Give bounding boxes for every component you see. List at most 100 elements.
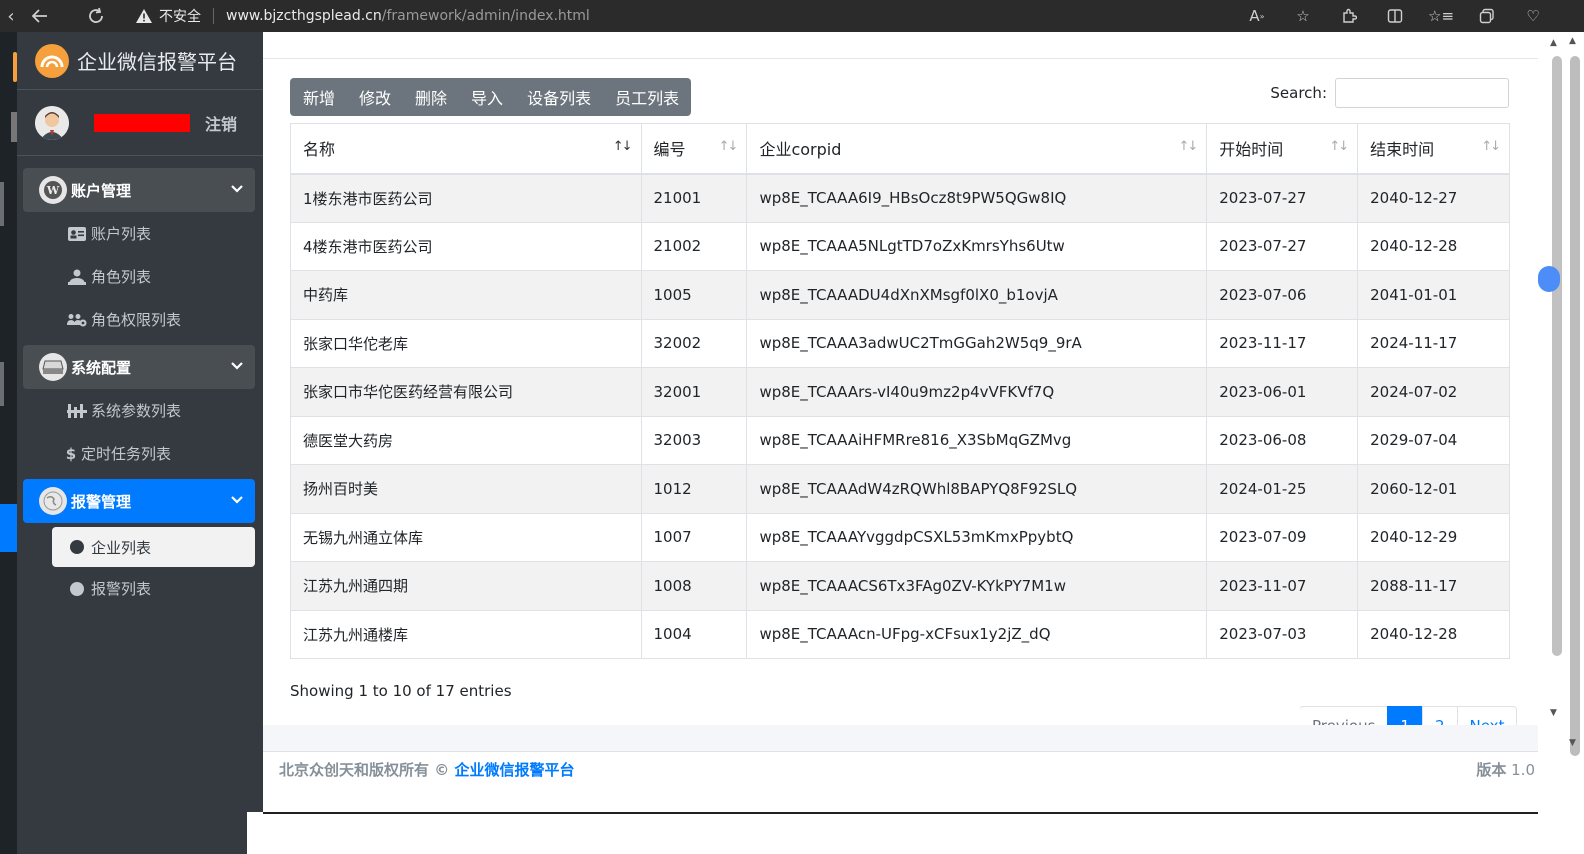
page-scrollbar-thumb[interactable] [1570, 56, 1580, 756]
table-row[interactable]: 张家口市华佗医药经营有限公司 32001 wp8E_TCAAArs-vI40u9mz… [290, 367, 1510, 417]
delete-button[interactable]: 删除 [403, 78, 459, 116]
sidebar-footer-area [17, 812, 247, 854]
brand[interactable]: 企业微信报警平台 [17, 32, 263, 90]
device-list-button[interactable]: 设备列表 [515, 78, 603, 116]
toolbar: 新增 修改 删除 导入 设备列表 员工列表 [290, 78, 692, 116]
sidebar-item-scheduled-tasks[interactable]: $ 定时任务列表 [17, 432, 263, 475]
read-aloud-icon[interactable]: A» [1246, 5, 1268, 27]
favorite-star-icon[interactable]: ☆ [1292, 5, 1314, 27]
circle-icon [67, 540, 87, 554]
sidebar-item-label: 角色权限列表 [91, 311, 182, 329]
sidebar-item-role-permission-list[interactable]: 角色权限列表 [17, 298, 263, 341]
column-header-code[interactable]: 编号 ↑↓ [640, 123, 748, 175]
back-button[interactable] [28, 4, 52, 28]
active-gutter-accent [0, 504, 17, 552]
collapse-icon[interactable]: ‹ [2, 4, 20, 28]
sidebar-nav: W 账户管理 账户列表 角色列表 角色权限列表 系统配置 系统参数列表 $ 定时… [17, 156, 263, 610]
search-label: Search: [1270, 84, 1327, 102]
favorites-icon[interactable]: ☆≡ [1428, 5, 1454, 27]
user-tie-icon [67, 269, 87, 285]
search-input[interactable] [1335, 78, 1509, 108]
column-label: 结束时间 [1370, 140, 1435, 160]
cell-name: 江苏九州通四期 [290, 561, 642, 611]
warning-icon[interactable] [135, 7, 153, 25]
extensions-icon[interactable] [1338, 5, 1360, 27]
cell-name: 中药库 [290, 270, 642, 320]
add-button[interactable]: 新增 [290, 78, 347, 116]
health-icon[interactable]: ♡ [1522, 5, 1544, 27]
cell-name: 无锡九州通立体库 [290, 512, 642, 562]
cell-end-time: 2088-11-17 [1357, 561, 1510, 611]
nav-group-account[interactable]: W 账户管理 [23, 168, 255, 212]
address-bar[interactable]: www.bjzcthgsplead.cn/framework/admin/ind… [226, 8, 590, 24]
globe-icon [39, 487, 67, 515]
sidebar-item-enterprise-list[interactable]: 企业列表 [52, 527, 255, 567]
cell-end-time: 2024-11-17 [1357, 318, 1510, 368]
copyright-text: 北京众创天和版权所有 © [279, 761, 450, 779]
table-row[interactable]: 扬州百时美 1012 wp8E_TCAAAdW4zRQWhl8BAPYQ8F92SL… [290, 464, 1510, 514]
import-button[interactable]: 导入 [459, 78, 515, 116]
redacted-username [94, 113, 190, 132]
split-screen-icon[interactable] [1384, 5, 1406, 27]
page-scroll-up-icon[interactable]: ▲ [1569, 36, 1576, 46]
table-row[interactable]: 中药库 1005 wp8E_TCAAADU4dXnXMsgf0lX0_b1ovjA 2… [290, 270, 1510, 320]
column-header-end-time[interactable]: 结束时间 ↑↓ [1357, 123, 1510, 175]
cell-corpid: wp8E_TCAAAdW4zRQWhl8BAPYQ8F92SLQ [746, 464, 1208, 514]
table-info: Showing 1 to 10 of 17 entries [290, 682, 512, 700]
cell-code: 1008 [640, 561, 748, 611]
cell-corpid: wp8E_TCAAArs-vI40u9mz2p4vVFKVf7Q [746, 367, 1208, 417]
page-scroll-down-icon[interactable]: ▼ [1569, 738, 1576, 748]
nav-group-label: 报警管理 [71, 492, 132, 511]
collections-icon[interactable] [1476, 5, 1498, 27]
gutter-marker [0, 182, 4, 226]
table-row[interactable]: 江苏九州通楼库 1004 wp8E_TCAAAcn-UFpg-xCFsux1y2jZ… [290, 609, 1510, 659]
employee-list-button[interactable]: 员工列表 [603, 78, 691, 116]
table-row[interactable]: 1楼东港市医药公司 21001 wp8E_TCAAA6I9_HBsOcz8t9PW5… [290, 173, 1510, 223]
scroll-up-arrow-icon[interactable]: ▲ [1550, 38, 1557, 48]
cell-start-time: 2023-07-27 [1206, 173, 1359, 223]
browser-actions: A» ☆ ☆≡ ♡ [1246, 0, 1544, 32]
cell-end-time: 2040-12-29 [1357, 512, 1510, 562]
footer-brand-link[interactable]: 企业微信报警平台 [454, 761, 574, 779]
reload-button[interactable] [84, 4, 108, 28]
footer-strip [263, 725, 1538, 751]
sidebar-item-label: 企业列表 [91, 538, 152, 557]
sidebar-item-system-params[interactable]: 系统参数列表 [17, 389, 263, 432]
table-row[interactable]: 德医堂大药房 32003 wp8E_TCAAAiHFMRre816_X3SbMqGZ… [290, 415, 1510, 465]
logout-link[interactable]: 注销 [205, 111, 237, 135]
cell-end-time: 2040-12-28 [1357, 221, 1510, 271]
column-header-name[interactable]: 名称 ↑↓ [290, 123, 642, 175]
content-bottom [263, 812, 1538, 854]
nav-group-alarm[interactable]: 报警管理 [23, 479, 255, 523]
table-row[interactable]: 无锡九州通立体库 1007 wp8E_TCAAAYvggdpCSXL53mKmxPp… [290, 512, 1510, 562]
id-card-icon [67, 226, 87, 241]
sidebar-item-role-list[interactable]: 角色列表 [17, 255, 263, 298]
cell-end-time: 2060-12-01 [1357, 464, 1510, 514]
sidebar-item-label: 账户列表 [91, 225, 152, 243]
avatar[interactable] [35, 105, 69, 140]
table-row[interactable]: 4楼东港市医药公司 21002 wp8E_TCAAA5NLgtTD7oZxKmrsY… [290, 221, 1510, 271]
insecure-label[interactable]: 不安全 [159, 6, 201, 26]
sidebar-item-alarm-list[interactable]: 报警列表 [17, 567, 263, 610]
edit-button[interactable]: 修改 [347, 78, 403, 116]
floating-translate-icon[interactable] [1538, 266, 1560, 292]
cell-corpid: wp8E_TCAAAcn-UFpg-xCFsux1y2jZ_dQ [746, 609, 1208, 659]
sort-ascending-icon: ↑↓ [612, 139, 633, 154]
left-gutter [0, 32, 17, 854]
nav-group-label: 系统配置 [71, 358, 132, 377]
browser-toolbar: ‹ 不安全 www.bjzcthgsplead.cn/framework/adm… [0, 0, 1584, 32]
column-header-start-time[interactable]: 开始时间 ↑↓ [1206, 123, 1359, 175]
sidebar-item-account-list[interactable]: 账户列表 [17, 212, 263, 255]
table-row[interactable]: 张家口华佗老库 32002 wp8E_TCAAA3adwUC2TmGGah2W5q9… [290, 318, 1510, 368]
column-header-corpid[interactable]: 企业corpid ↑↓ [746, 123, 1208, 175]
scrollbar-thumb[interactable] [1552, 56, 1562, 656]
table-row[interactable]: 江苏九州通四期 1008 wp8E_TCAAACS6Tx3FAg0ZV-KYkPY7… [290, 561, 1510, 611]
cell-code: 32001 [640, 367, 748, 417]
cell-corpid: wp8E_TCAAA3adwUC2TmGGah2W5q9_9rA [746, 318, 1208, 368]
nav-group-system[interactable]: 系统配置 [23, 345, 255, 389]
cell-corpid: wp8E_TCAAA6I9_HBsOcz8t9PW5QGw8IQ [746, 173, 1208, 223]
sidebar: 企业微信报警平台 注销 W 账户管理 账户列表 角色列表 角色权限列表 系统配置… [17, 32, 263, 812]
cell-name: 江苏九州通楼库 [290, 609, 642, 659]
scroll-down-arrow-icon[interactable]: ▼ [1550, 708, 1557, 718]
cell-corpid: wp8E_TCAAAYvggdpCSXL53mKmxPpybtQ [746, 512, 1208, 562]
